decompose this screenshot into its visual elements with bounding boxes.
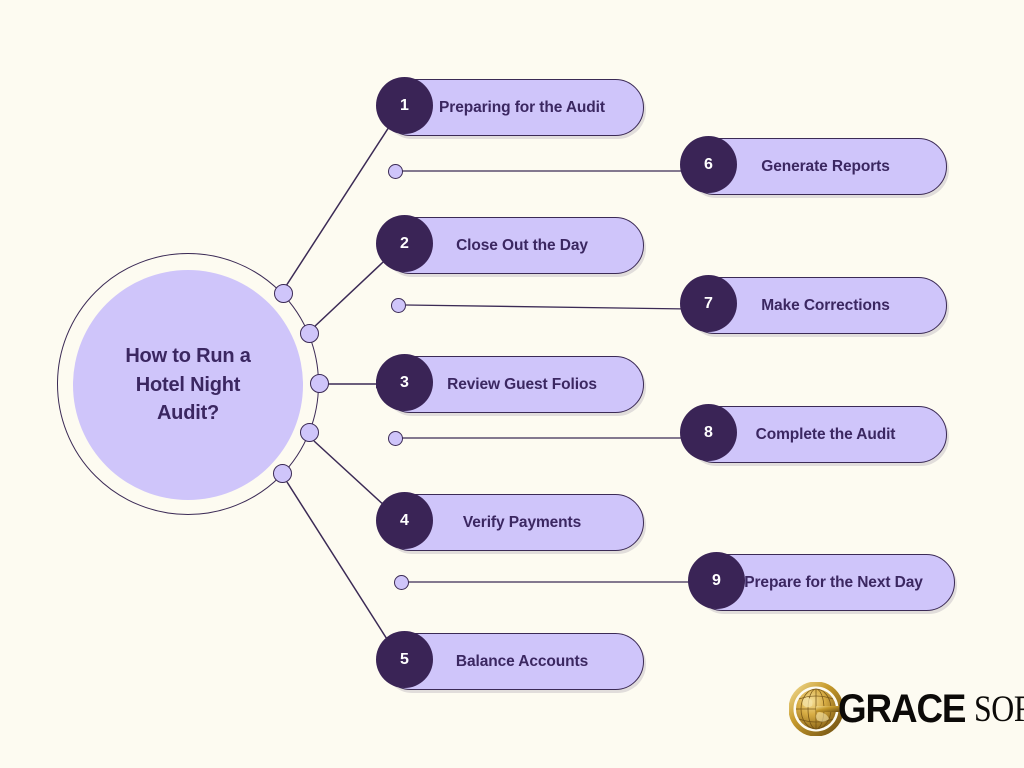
step-badge-4: 4 bbox=[376, 492, 433, 549]
step-node-6[interactable]: 6 Generate Reports bbox=[680, 136, 947, 195]
step-node-4[interactable]: 4 Verify Payments bbox=[376, 492, 644, 551]
step-badge-5: 5 bbox=[376, 631, 433, 688]
step-badge-3: 3 bbox=[376, 354, 433, 411]
step-badge-1: 1 bbox=[376, 77, 433, 134]
step-node-7[interactable]: 7 Make Corrections bbox=[680, 275, 947, 334]
step-badge-9: 9 bbox=[688, 552, 745, 609]
step-node-1[interactable]: 1 Preparing for the Audit bbox=[376, 77, 644, 136]
step-node-3[interactable]: 3 Review Guest Folios bbox=[376, 354, 644, 413]
hub-connector-dot-2 bbox=[300, 324, 319, 343]
step-node-9[interactable]: 9 Prepare for the Next Day bbox=[688, 552, 955, 611]
line-origin-dot-8 bbox=[388, 431, 403, 446]
step-node-8[interactable]: 8 Complete the Audit bbox=[680, 404, 947, 463]
hub-connector-dot-1 bbox=[274, 284, 293, 303]
step-node-5[interactable]: 5 Balance Accounts bbox=[376, 631, 644, 690]
hub-connector-dot-4 bbox=[300, 423, 319, 442]
step-badge-8: 8 bbox=[680, 404, 737, 461]
logo-secondary-text: SOFT bbox=[974, 689, 1024, 730]
step-badge-6: 6 bbox=[680, 136, 737, 193]
step-node-2[interactable]: 2 Close Out the Day bbox=[376, 215, 644, 274]
logo-primary-text: GRACE bbox=[838, 687, 966, 731]
step-badge-7: 7 bbox=[680, 275, 737, 332]
hub-circle: How to Run a Hotel Night Audit? bbox=[73, 270, 303, 500]
line-origin-dot-6 bbox=[388, 164, 403, 179]
line-origin-dot-7 bbox=[391, 298, 406, 313]
logo-wordmark: GRACE SOFT ™ bbox=[838, 682, 1024, 736]
page-title: How to Run a Hotel Night Audit? bbox=[125, 345, 251, 425]
infographic-canvas: How to Run a Hotel Night Audit? 1 Prepar… bbox=[0, 0, 1024, 768]
hub-connector-dot-5 bbox=[273, 464, 292, 483]
globe-icon bbox=[788, 681, 844, 737]
step-badge-2: 2 bbox=[376, 215, 433, 272]
hub-connector-dot-3 bbox=[310, 374, 329, 393]
line-origin-dot-9 bbox=[394, 575, 409, 590]
brand-logo: GRACE SOFT ™ bbox=[788, 681, 1024, 737]
